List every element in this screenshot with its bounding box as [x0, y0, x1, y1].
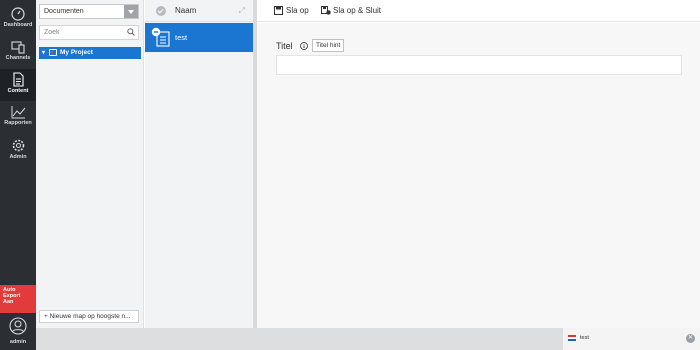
save-close-button[interactable]: Sla op & Sluit	[321, 5, 393, 17]
nav-channels-label: Channels	[5, 55, 31, 61]
dashboard-icon	[11, 7, 25, 21]
document-icon	[13, 72, 24, 87]
info-icon[interactable]	[300, 42, 308, 50]
nav-rapporten[interactable]: Rapporten	[0, 102, 36, 134]
expand-icon[interactable]: ⤢	[239, 6, 245, 16]
status-bar: test ✕	[36, 328, 700, 350]
nav-dashboard[interactable]: Dashboard	[0, 4, 36, 36]
nav-admin[interactable]: Admin	[0, 135, 36, 167]
nav-content-label: Content	[7, 88, 29, 94]
list-header-title[interactable]: Naam	[175, 6, 196, 15]
save-button-label: Sla op	[286, 6, 309, 15]
list-item-name: test	[175, 33, 188, 42]
auto-export-line3: Aan	[3, 299, 14, 306]
language-selector[interactable]: test ✕	[563, 328, 700, 350]
save-close-icon	[321, 6, 331, 15]
nav-admin-label: Admin	[9, 154, 27, 160]
channels-icon	[11, 41, 25, 54]
language-label: test	[580, 335, 589, 341]
title-hint-tooltip: Titel hint	[312, 39, 345, 52]
content-type-value: Documenten	[44, 8, 84, 15]
title-field-label: Titel	[276, 41, 293, 51]
content-type-select[interactable]: Documenten	[39, 4, 139, 19]
editor-panel: Titel Titel hint	[257, 23, 700, 328]
save-close-button-label: Sla op & Sluit	[333, 6, 382, 15]
document-type-icon	[151, 27, 170, 47]
main-nav-rail: Dashboard Channels Content Rapporten Adm…	[0, 0, 36, 350]
user-avatar-icon	[9, 317, 27, 335]
item-list-panel: Naam ⤢ test	[145, 0, 253, 328]
save-button[interactable]: Sla op	[274, 5, 314, 17]
folder-tree-panel: Documenten ▾ My Project + Nieuwe map op …	[36, 0, 144, 328]
select-all-checkbox[interactable]	[156, 6, 166, 16]
gear-icon	[12, 139, 24, 152]
list-header: Naam ⤢	[145, 0, 253, 22]
user-menu[interactable]: admin	[0, 313, 36, 350]
save-icon	[274, 6, 283, 15]
user-name: admin	[9, 339, 27, 345]
auto-export-status[interactable]: Auto Export Aan	[0, 285, 36, 313]
close-icon[interactable]: ✕	[686, 334, 695, 343]
list-item[interactable]: test	[145, 23, 253, 52]
project-icon	[49, 49, 57, 56]
tree-search-input[interactable]	[39, 25, 139, 40]
nav-channels[interactable]: Channels	[0, 37, 36, 69]
new-root-folder-button[interactable]: + Nieuwe map op hoogste n...	[39, 310, 139, 323]
nav-content[interactable]: Content	[0, 69, 36, 101]
tree-node-root[interactable]: ▾ My Project	[39, 47, 141, 59]
editor-toolbar: Sla op Sla op & Sluit	[257, 0, 700, 22]
title-field-input[interactable]	[276, 55, 682, 75]
chart-line-icon	[11, 106, 25, 119]
search-icon[interactable]	[127, 28, 135, 36]
chevron-down-icon[interactable]	[124, 5, 138, 18]
flag-icon	[568, 335, 576, 341]
nav-rapporten-label: Rapporten	[4, 120, 32, 126]
nav-dashboard-label: Dashboard	[3, 22, 33, 28]
tree-node-label: My Project	[60, 49, 93, 56]
caret-down-icon[interactable]: ▾	[42, 49, 45, 56]
